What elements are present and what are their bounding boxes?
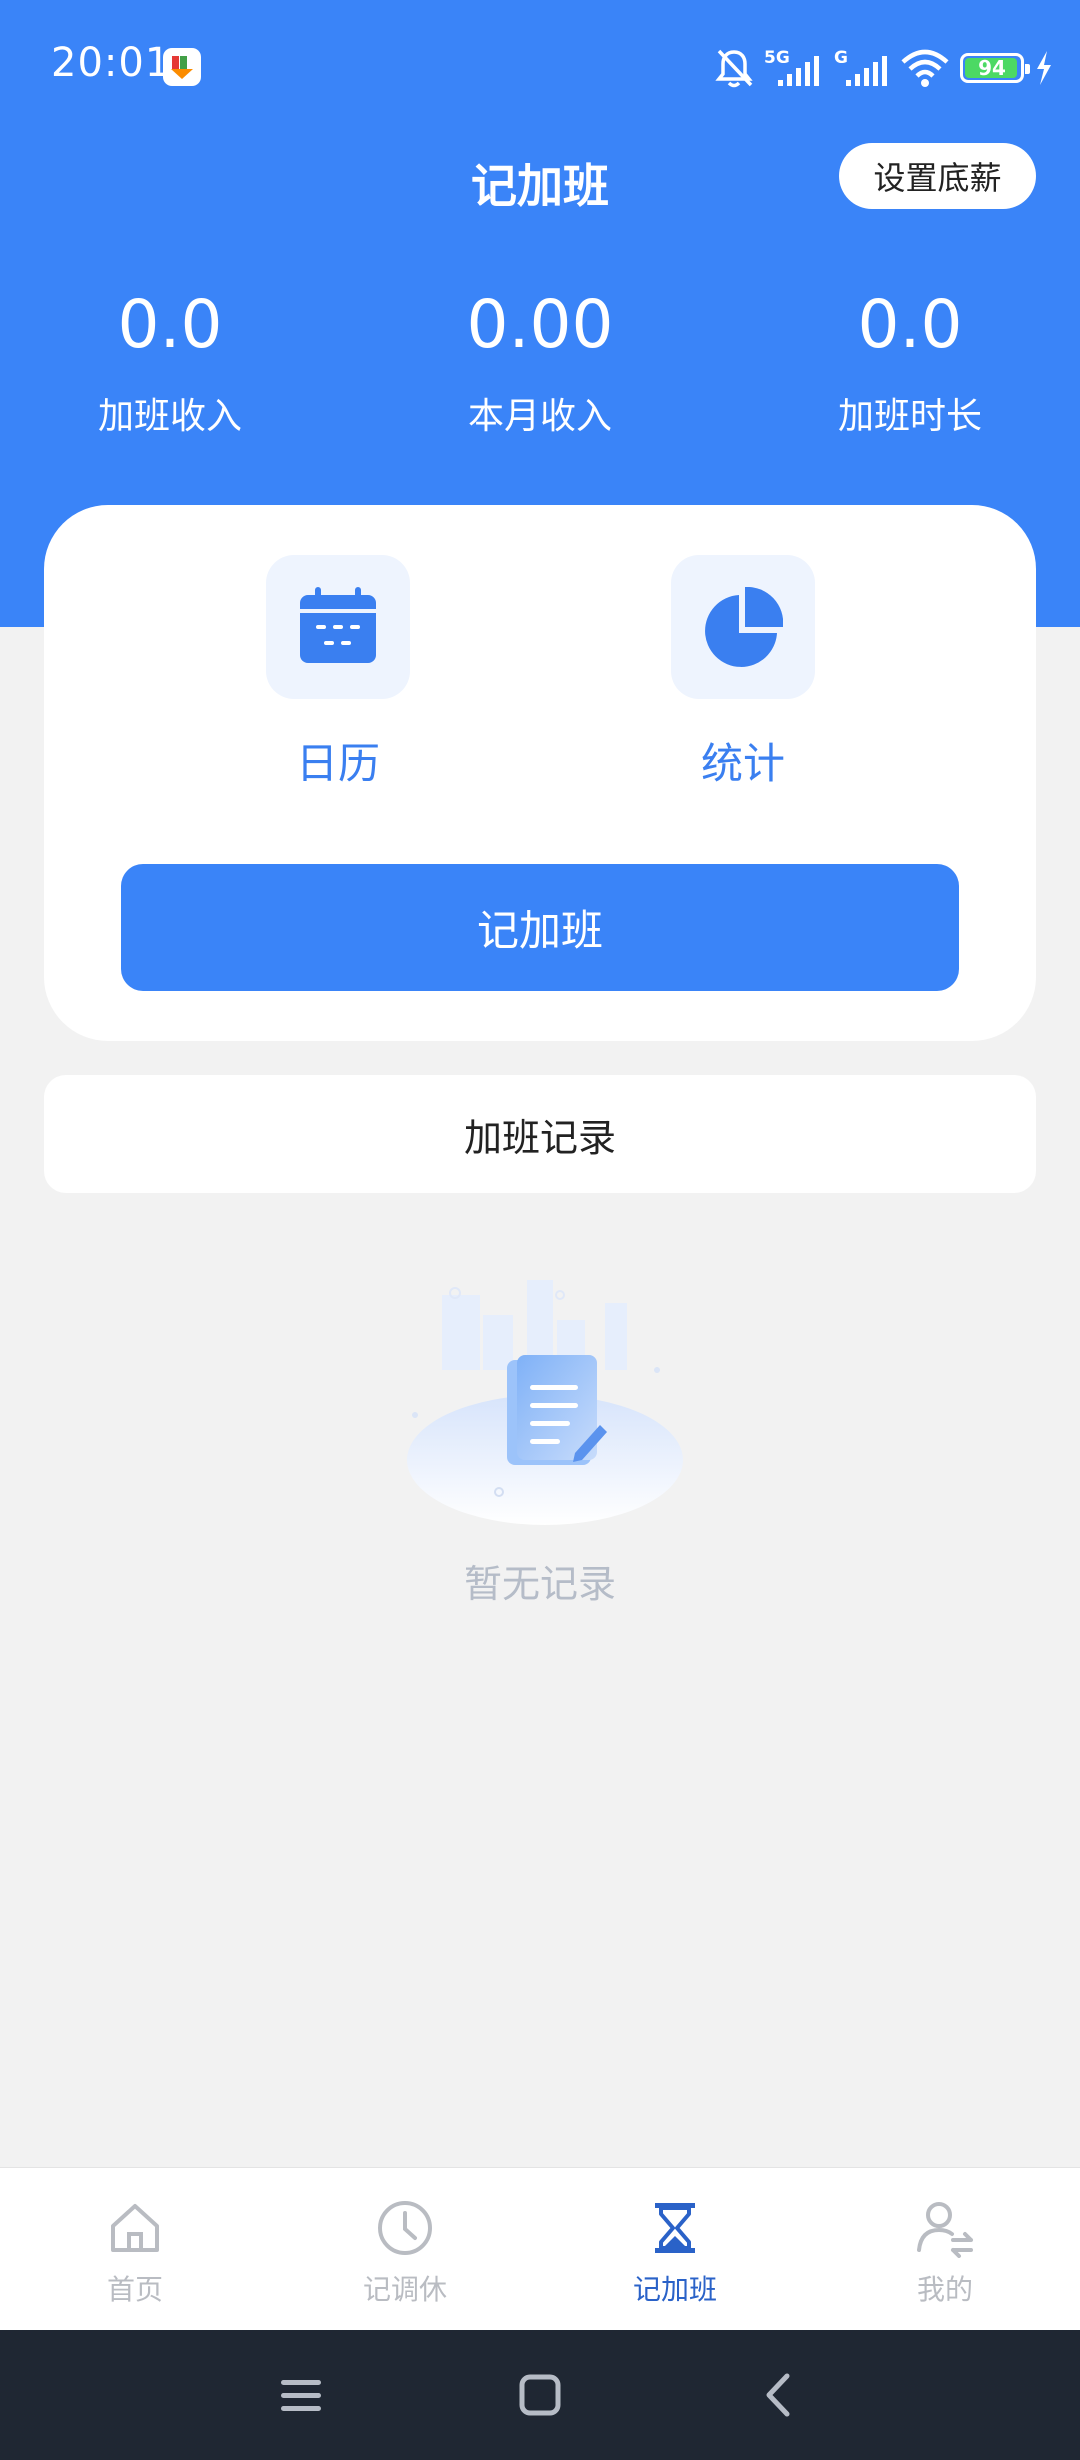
user-switch-icon	[917, 2202, 973, 2258]
stat-value: 0.0	[117, 286, 223, 363]
calendar-label[interactable]: 日历	[218, 730, 458, 791]
charging-bolt-icon	[1037, 51, 1051, 85]
stat-value: 0.0	[857, 286, 963, 363]
nav-item-time-off[interactable]: 记调休	[270, 2168, 540, 2331]
network-g-label: G	[834, 48, 848, 68]
wifi-icon	[901, 49, 949, 87]
signal-5g-icon: 5G	[764, 48, 819, 86]
clock-icon	[378, 2201, 432, 2255]
calendar-tile[interactable]	[266, 555, 410, 699]
app-notification-icon	[163, 48, 201, 86]
battery-level: 94	[978, 56, 1006, 80]
empty-records-illustration	[407, 1280, 683, 1525]
set-base-salary-button[interactable]: 设置底薪	[839, 143, 1036, 209]
statistics-tile[interactable]	[671, 555, 815, 699]
statistics-label[interactable]: 统计	[623, 730, 863, 791]
stat-label: 加班时长	[837, 396, 982, 437]
stat-label: 加班收入	[97, 396, 242, 437]
bottom-navigation: 首页 记调休 记加班 我的	[0, 2167, 1080, 2331]
empty-records-text: 暂无记录	[463, 1562, 616, 1606]
system-navigation-bar	[0, 2330, 1080, 2460]
menu-icon[interactable]	[266, 2360, 336, 2430]
home-square-icon[interactable]	[505, 2360, 575, 2430]
network-5g-label: 5G	[764, 48, 790, 68]
status-icons: 5G G 94	[714, 42, 1054, 94]
nav-item-overtime[interactable]: 记加班	[540, 2168, 810, 2331]
signal-g-icon: G	[834, 48, 887, 86]
log-overtime-button[interactable]: 记加班	[121, 864, 959, 991]
stat-monthly-income: 0.00 本月收入	[390, 285, 690, 439]
stat-overtime-income: 0.0 加班收入	[20, 285, 320, 439]
calendar-icon	[300, 587, 376, 663]
nav-label-profile: 我的	[916, 2273, 973, 2306]
overtime-records-header[interactable]: 加班记录	[44, 1075, 1036, 1193]
home-icon	[111, 2204, 159, 2252]
nav-label-overtime: 记加班	[632, 2273, 717, 2306]
stat-value: 0.00	[466, 286, 614, 363]
nav-label-home: 首页	[106, 2273, 163, 2306]
back-icon[interactable]	[745, 2360, 815, 2430]
mute-bell-icon	[715, 49, 753, 88]
nav-item-profile[interactable]: 我的	[810, 2168, 1080, 2331]
stat-label: 本月收入	[467, 396, 612, 437]
pie-chart-icon	[705, 587, 783, 667]
stat-overtime-hours: 0.0 加班时长	[760, 285, 1060, 439]
nav-item-home[interactable]: 首页	[0, 2168, 270, 2331]
hourglass-icon	[655, 2203, 695, 2253]
nav-label-time-off: 记调休	[362, 2273, 447, 2306]
status-time: 20:01	[51, 40, 172, 86]
battery-icon: 94	[960, 53, 1030, 83]
